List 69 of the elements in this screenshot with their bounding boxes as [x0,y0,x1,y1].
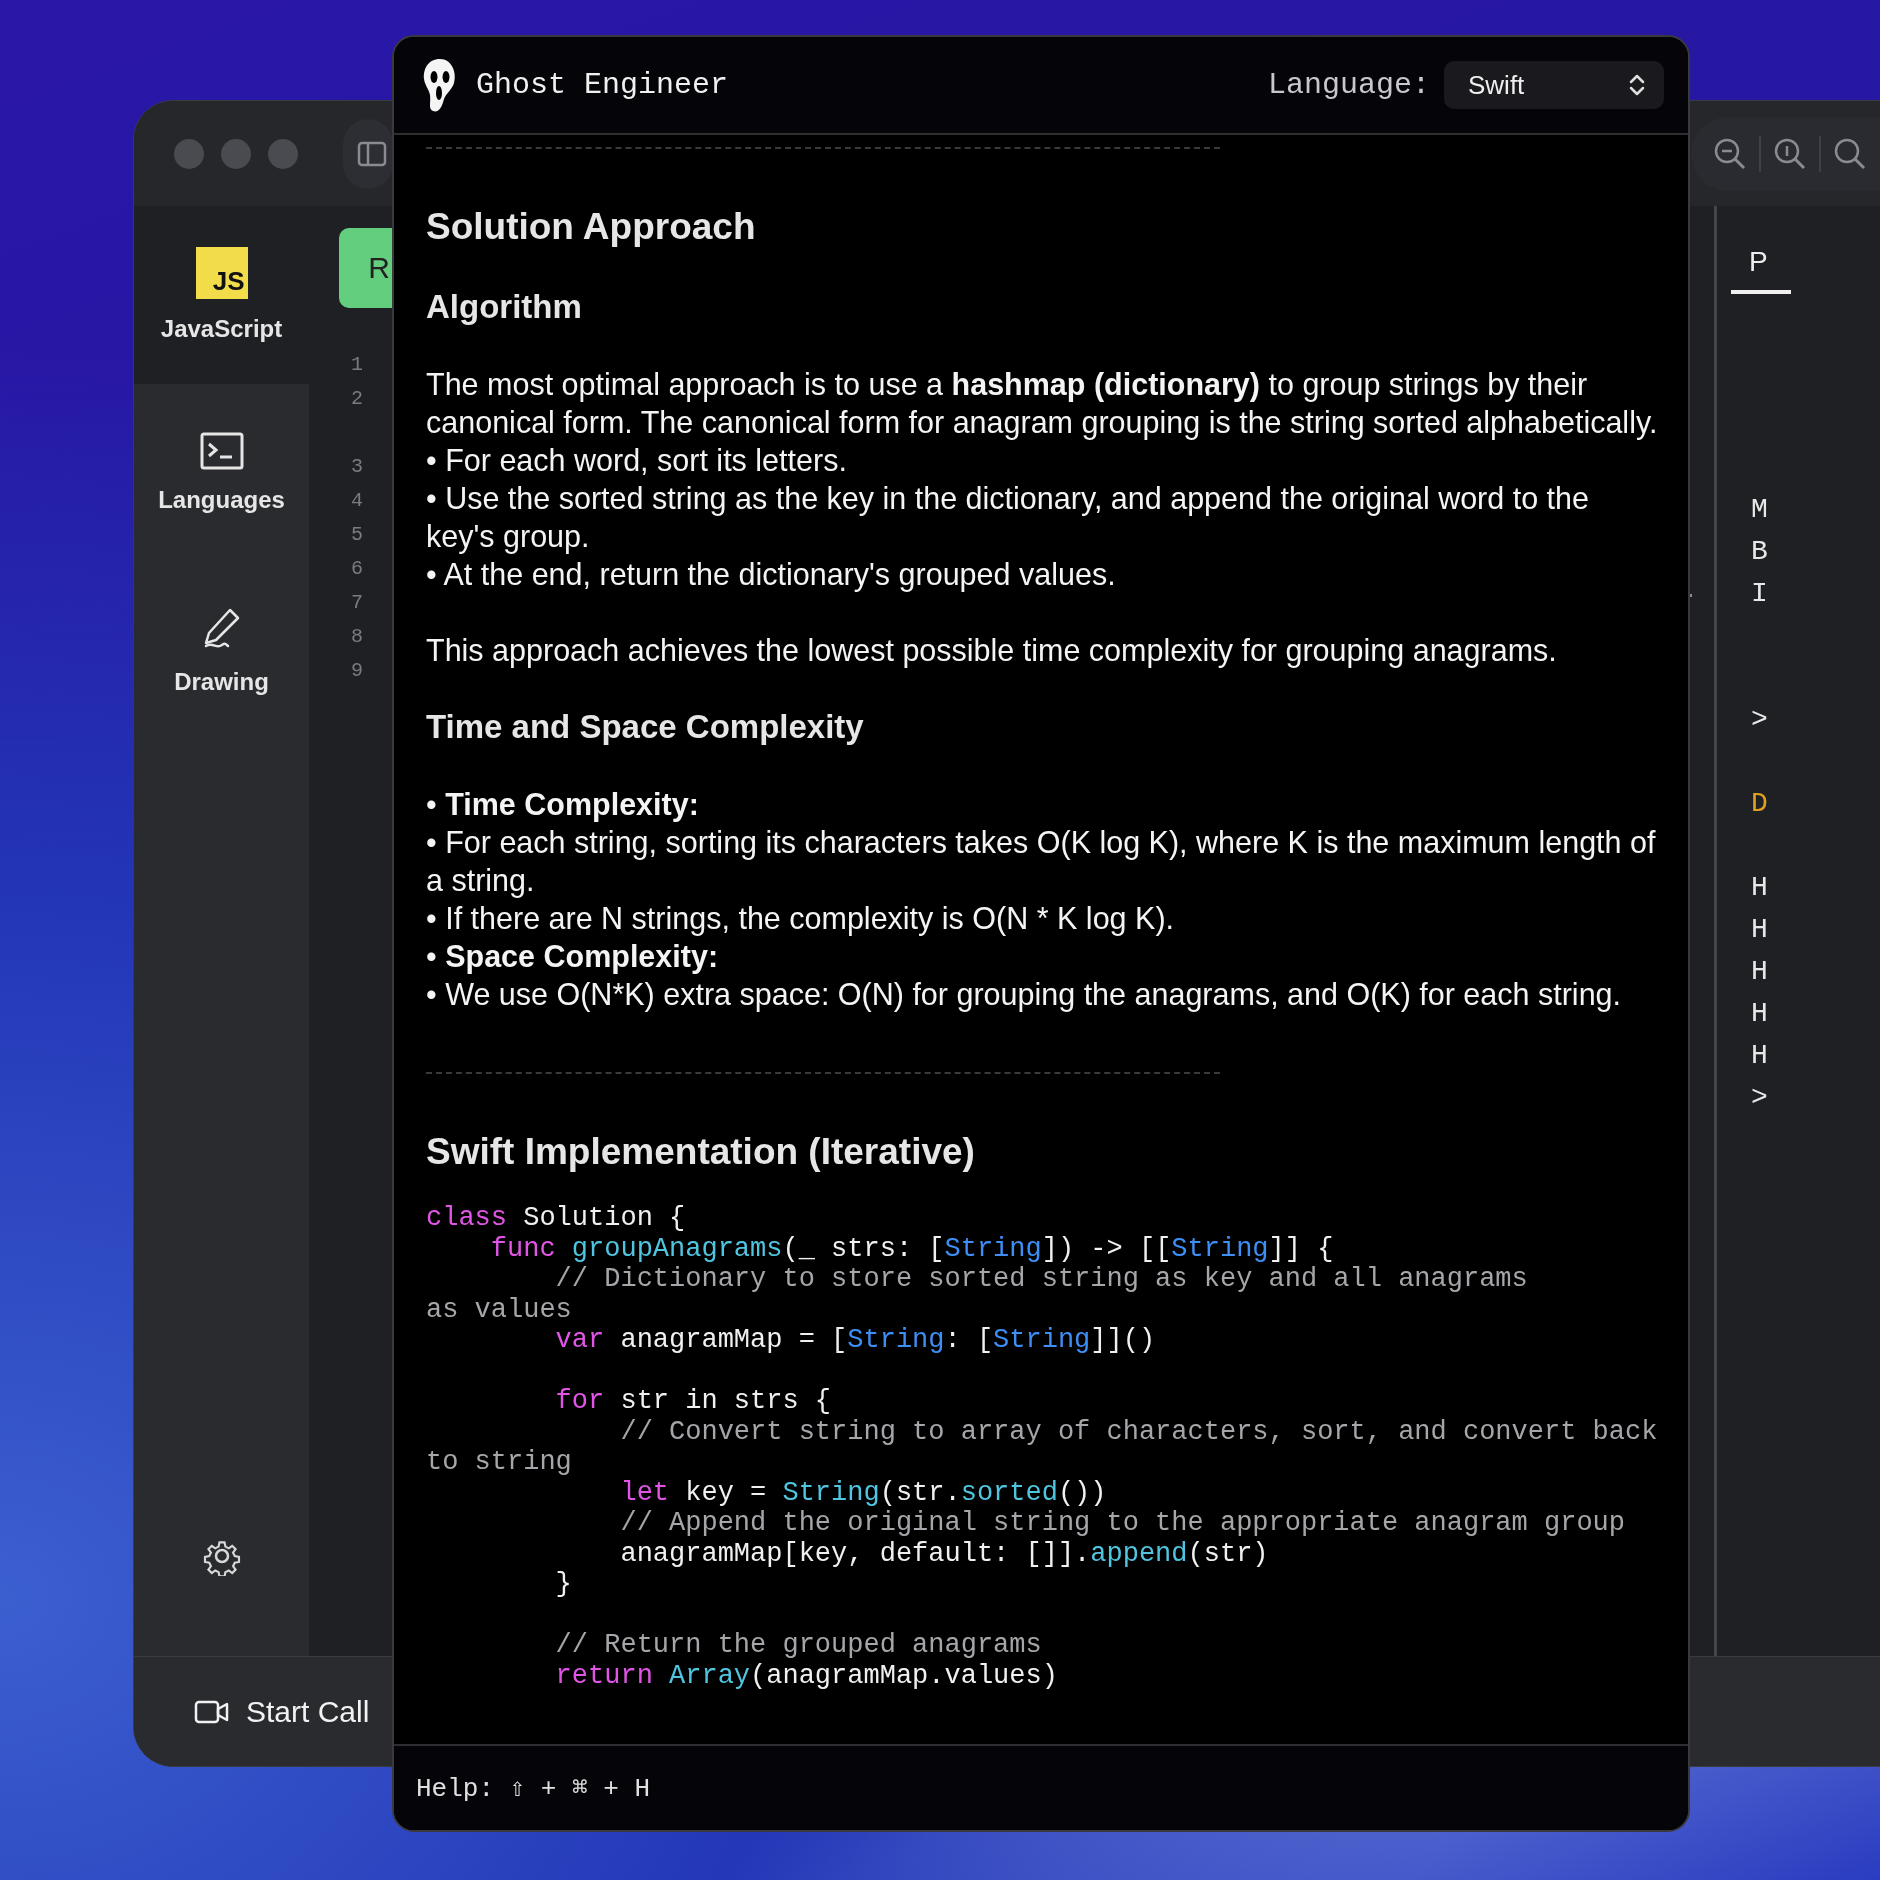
panel-text: H [1751,955,1769,989]
bullet-item: • For each word, sort its letters. [426,442,848,479]
subsection-heading: Algorithm [426,287,583,327]
javascript-logo-icon: JS [195,247,248,299]
panel-text: H [1751,871,1769,905]
code-line: return Array(anagramMap.values) [554,1660,1059,1691]
zoom-reset-icon[interactable] [1773,136,1807,171]
bullet-item: • Use the sorted string as the key in the dictionary, and append the original word to the key's group. [426,480,1591,555]
language-label: Language: [1267,68,1430,102]
zoom-in-icon[interactable] [1833,136,1867,171]
line-number: 2 [351,386,364,412]
bullet-item: • Space Complexity: [426,938,720,975]
bullet-item: • We use O(N*K) extra space: O(N) for grouping the anagrams, and O(K) for each string. [426,976,1623,1013]
sidebar-item[interactable]: Drawing [134,562,309,740]
code-line: // Return the grouped anagrams [554,1630,1043,1661]
app-title: Ghost Engineer [476,68,729,102]
code-line: for str in strs { [554,1386,833,1417]
start-call-button[interactable]: Start Call [194,1694,370,1729]
sidebar-label: Drawing [174,668,269,696]
panel-text: > [1751,703,1769,737]
terminal-icon [199,432,244,470]
code-line: as values [426,1294,573,1325]
paragraph: This approach achieves the lowest possible time complexity for grouping anagrams. [426,632,1558,669]
paragraph: The most optimal approach is to use a hashmap (dictionary) to group strings by their canonical form. The canonical form for anagram grouping is the string sorted alphabetically. [426,366,1658,441]
section-heading: Swift Implementation (Iterative) [426,1130,976,1174]
panel-tab[interactable]: P [1731,238,1791,294]
sidebar-toggle-button[interactable] [343,118,393,189]
code-line: // Convert string to array of characters, sort, and convert back [619,1416,1658,1447]
code-line: func groupAnagrams(_ strs: [String]) -> [[String]] { [489,1233,1335,1264]
sidebar-item[interactable]: JS JavaScript [134,206,309,384]
sidebar-label: JavaScript [160,315,283,343]
chevron-up-down-icon [1628,72,1646,98]
line-number: 4 [351,488,364,514]
line-number: 1 [351,352,364,378]
sidebar-item[interactable]: Languages [134,384,309,562]
video-camera-icon [194,1698,230,1725]
panel-text: H [1751,913,1769,947]
code-line: // Append the original string to the appropriate anagram group [619,1508,1626,1539]
run-button[interactable]: R [339,228,393,308]
line-number: 7 [351,590,364,616]
code-line: to string [426,1447,573,1478]
subsection-heading: Time and Space Complexity [426,707,865,747]
section-heading: Solution Approach [426,205,757,249]
code-line: class Solution { [426,1203,687,1234]
bullet-item: • If there are N strings, the complexity is O(N * K log K). [426,900,1175,937]
line-number: 8 [351,624,364,650]
code-line: let key = String(str.sorted()) [619,1477,1108,1508]
panel-text: D [1751,787,1769,821]
panel-text: I [1751,577,1769,611]
bullet-item: • For each string, sorting its characters takes O(K log K), where K is the maximum length of a string. [426,824,1657,899]
line-number: 9 [351,658,364,684]
line-number: 5 [351,522,364,548]
code-line: anagramMap[key, default: []].append(str) [619,1538,1270,1569]
bullet-item: • At the end, return the dictionary's grouped values. [426,556,1117,593]
line-number: 3 [351,454,364,480]
panel-text: H [1751,1039,1769,1073]
code-line: } [554,1569,573,1600]
help-shortcut: Help: ⇧ + ⌘ + H [416,1773,651,1804]
panel-text: B [1751,535,1769,569]
bullet-item: • Time Complexity: [426,786,700,823]
panel-text: > [1751,1081,1769,1115]
panel-text: H [1751,997,1769,1031]
code-line: // Dictionary to store sorted string as key and all anagrams [554,1264,1529,1295]
language-select[interactable]: Swift [1444,61,1664,109]
zoom-out-icon[interactable] [1713,136,1747,171]
code-line: var anagramMap = [String: [String]]() [554,1325,1157,1356]
line-number: 6 [351,556,364,582]
panel-text: M [1751,493,1769,527]
sidebar-label: Languages [158,486,285,514]
